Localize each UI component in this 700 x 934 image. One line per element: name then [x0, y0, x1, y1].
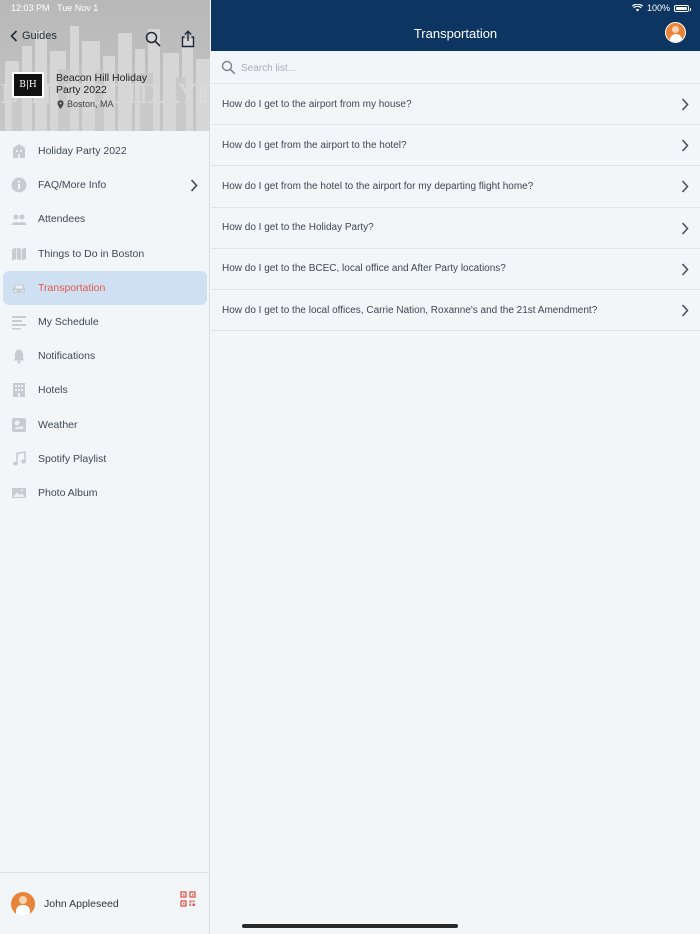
sidebar-nav: Holiday Party 2022 FAQ/More Info Attende…: [0, 134, 210, 510]
share-icon[interactable]: [179, 30, 197, 48]
sidebar-item-hotels[interactable]: Hotels: [0, 373, 210, 407]
info-icon: [11, 177, 27, 193]
user-profile-bar[interactable]: John Appleseed: [0, 872, 210, 934]
list-item-text: How do I get from the airport to the hot…: [222, 139, 407, 151]
sidebar-item-label: Transportation: [38, 281, 106, 294]
list-item-text: How do I get to the BCEC, local office a…: [222, 263, 506, 275]
back-label: Guides: [22, 30, 57, 42]
sidebar-item-label: Attendees: [38, 213, 86, 226]
guide-header-banner: B|H HOLIDAY PARTY 2022 Guides B|H Beacon…: [0, 0, 210, 131]
sidebar-item-label: Photo Album: [38, 486, 98, 499]
sidebar-item-attendees[interactable]: Attendees: [0, 202, 210, 236]
list-item[interactable]: How do I get to the Holiday Party?: [211, 208, 700, 249]
page-title: Transportation: [413, 26, 498, 41]
sidebar-item-faq[interactable]: FAQ/More Info: [0, 168, 210, 202]
search-icon[interactable]: [144, 30, 162, 48]
sidebar-item-weather[interactable]: Weather: [0, 408, 210, 442]
status-date: Tue Nov 1: [57, 3, 99, 13]
sidebar-item-label: Hotels: [38, 384, 68, 397]
sidebar: B|H HOLIDAY PARTY 2022 Guides B|H Beacon…: [0, 0, 210, 934]
sidebar-item-photo-album[interactable]: Photo Album: [0, 476, 210, 510]
list-item-text: How do I get to the airport from my hous…: [222, 98, 412, 110]
list-item[interactable]: How do I get from the hotel to the airpo…: [211, 166, 700, 208]
search-input[interactable]: [241, 59, 681, 77]
chevron-right-icon: [681, 304, 689, 317]
profile-avatar-button[interactable]: [665, 22, 686, 43]
photo-icon: [12, 487, 26, 498]
weather-icon: [12, 417, 26, 432]
sidebar-item-my-schedule[interactable]: My Schedule: [0, 305, 210, 339]
list-item-text: How do I get to the local offices, Carri…: [222, 304, 598, 316]
sidebar-item-label: Notifications: [38, 350, 96, 363]
avatar[interactable]: [11, 891, 35, 916]
location-pin-icon: [57, 99, 64, 109]
sidebar-item-holiday-party[interactable]: Holiday Party 2022: [0, 134, 210, 168]
hero-year-text: 2022: [198, 84, 208, 105]
status-right: 100%: [631, 3, 691, 13]
status-bar: 12:03 PM Tue Nov 1 100%: [0, 0, 700, 16]
chevron-right-icon: [681, 222, 689, 235]
hotel-icon: [13, 383, 25, 398]
chevron-right-icon: [190, 179, 198, 192]
user-name: John Appleseed: [44, 897, 119, 910]
guide-location: Boston, MA: [57, 99, 114, 109]
sidebar-item-notifications[interactable]: Notifications: [0, 339, 210, 373]
chevron-left-icon: [10, 30, 18, 42]
battery-percent: 100%: [646, 3, 670, 13]
building-icon: [13, 144, 25, 158]
schedule-icon: [12, 315, 26, 330]
sidebar-item-label: My Schedule: [38, 316, 99, 329]
chevron-right-icon: [681, 139, 689, 152]
sidebar-item-label: FAQ/More Info: [38, 179, 107, 192]
people-icon: [11, 214, 27, 226]
sidebar-item-label: Spotify Playlist: [38, 452, 107, 465]
sidebar-item-things-to-do[interactable]: Things to Do in Boston: [0, 237, 210, 271]
wifi-icon: [631, 4, 643, 12]
sidebar-item-spotify-playlist[interactable]: Spotify Playlist: [0, 442, 210, 476]
map-icon: [12, 247, 26, 261]
sidebar-item-transportation[interactable]: Transportation: [3, 270, 207, 305]
list-item[interactable]: How do I get to the local offices, Carri…: [211, 290, 700, 332]
list-item-text: How do I get from the hotel to the airpo…: [222, 180, 534, 192]
list-item[interactable]: How do I get to the airport from my hous…: [211, 84, 700, 126]
back-button[interactable]: Guides: [10, 30, 57, 42]
battery-icon: [674, 4, 691, 12]
music-icon: [13, 450, 26, 466]
sidebar-item-label: Weather: [38, 418, 78, 431]
sidebar-item-label: Things to Do in Boston: [38, 247, 145, 260]
chevron-right-icon: [681, 263, 689, 276]
faq-list: How do I get to the airport from my hous…: [211, 84, 700, 332]
list-item[interactable]: How do I get from the airport to the hot…: [211, 125, 700, 167]
status-time: 12:03 PM Tue Nov 1: [11, 3, 99, 13]
home-indicator[interactable]: [242, 924, 458, 928]
guide-location-text: Boston, MA: [67, 99, 114, 109]
chevron-right-icon: [681, 180, 689, 193]
car-icon: [13, 284, 25, 293]
guide-logo: B|H: [12, 72, 44, 98]
bell-icon: [13, 349, 25, 364]
guide-title: Beacon Hill Holiday Party 2022: [56, 72, 148, 96]
search-bar: [211, 51, 700, 84]
list-item[interactable]: How do I get to the BCEC, local office a…: [211, 249, 700, 290]
list-item-text: How do I get to the Holiday Party?: [222, 222, 374, 234]
main-panel: Transportation How do I get to the airpo…: [211, 0, 700, 934]
qr-code-icon[interactable]: [180, 891, 196, 907]
sidebar-item-label: Holiday Party 2022: [38, 145, 127, 158]
chevron-right-icon: [681, 98, 689, 111]
search-icon: [221, 60, 236, 75]
